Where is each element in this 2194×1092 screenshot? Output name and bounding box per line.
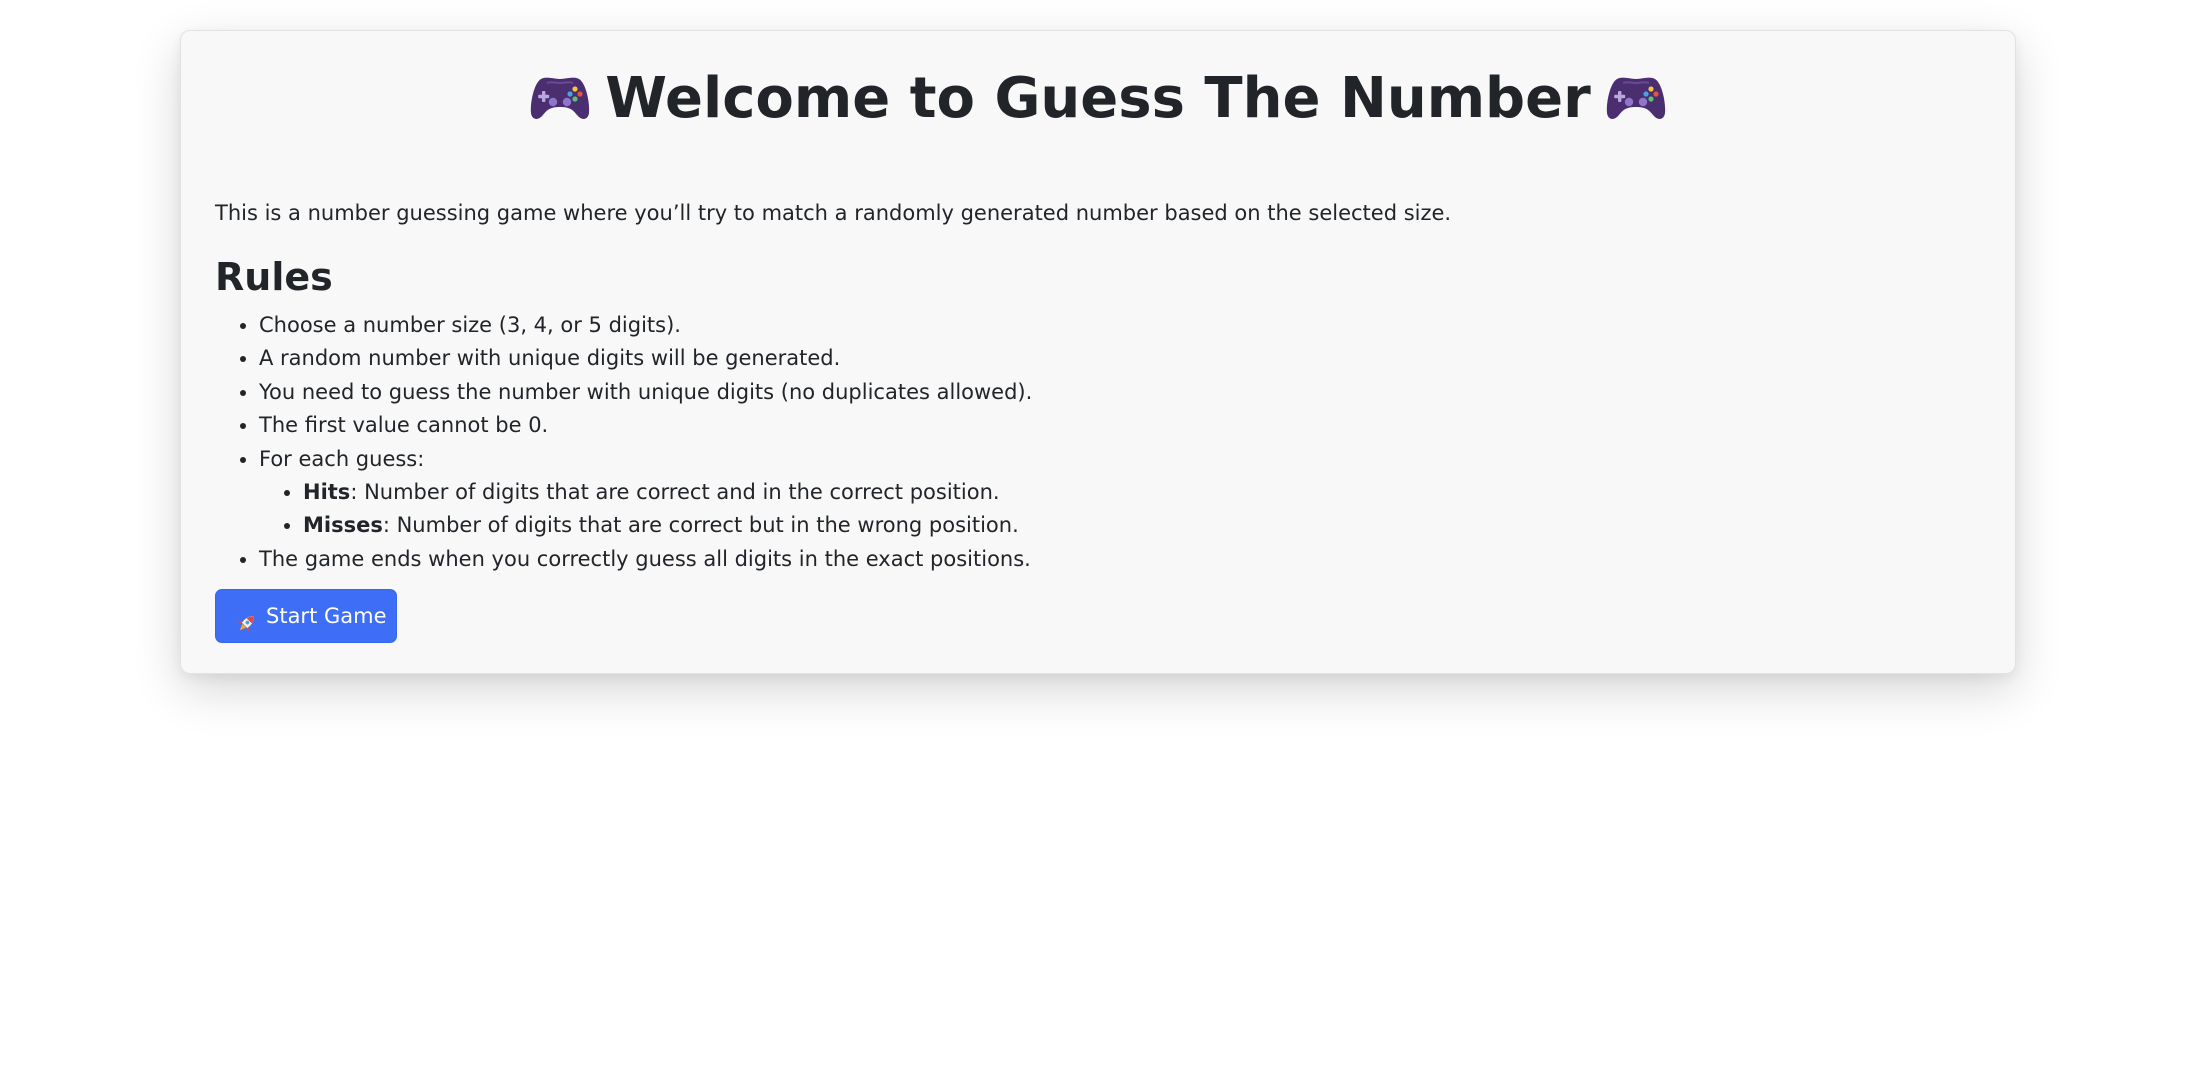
rules-list: Choose a number size (3, 4, or 5 digits)… — [215, 309, 1032, 576]
start-game-label: Start Game — [266, 604, 387, 628]
misses-description: : Number of digits that are correct but … — [382, 513, 1019, 538]
sub-rule-hits: Hits: Number of digits that are correct … — [303, 476, 1032, 509]
hits-term: Hits — [303, 480, 351, 505]
rocket-icon — [234, 603, 258, 633]
rule-item: Choose a number size (3, 4, or 5 digits)… — [259, 309, 1032, 342]
title-text: Welcome to Guess The Number — [605, 66, 1591, 131]
rule-item: The game ends when you correctly guess a… — [259, 543, 1032, 576]
sub-rule-misses: Misses: Number of digits that are correc… — [303, 509, 1032, 542]
welcome-card: Welcome to Guess The Number This is a nu… — [180, 30, 2016, 674]
sub-rules-list: Hits: Number of digits that are correct … — [259, 476, 1032, 543]
game-controller-icon — [1605, 73, 1667, 123]
misses-term: Misses — [303, 513, 383, 538]
start-game-button[interactable]: Start Game — [215, 589, 397, 643]
game-controller-icon — [529, 73, 591, 123]
hits-description: : Number of digits that are correct and … — [350, 480, 1000, 505]
intro-text: This is a number guessing game where you… — [215, 201, 1452, 225]
rule-item: You need to guess the number with unique… — [259, 376, 1032, 409]
rule-item: For each guess: Hits: Number of digits t… — [259, 443, 1032, 543]
rule-item: The first value cannot be 0. — [259, 409, 1032, 442]
rule-item-label: For each guess: — [259, 446, 425, 471]
rule-item: A random number with unique digits will … — [259, 342, 1032, 375]
rules-heading: Rules — [215, 255, 333, 299]
page-title: Welcome to Guess The Number — [215, 31, 1981, 165]
